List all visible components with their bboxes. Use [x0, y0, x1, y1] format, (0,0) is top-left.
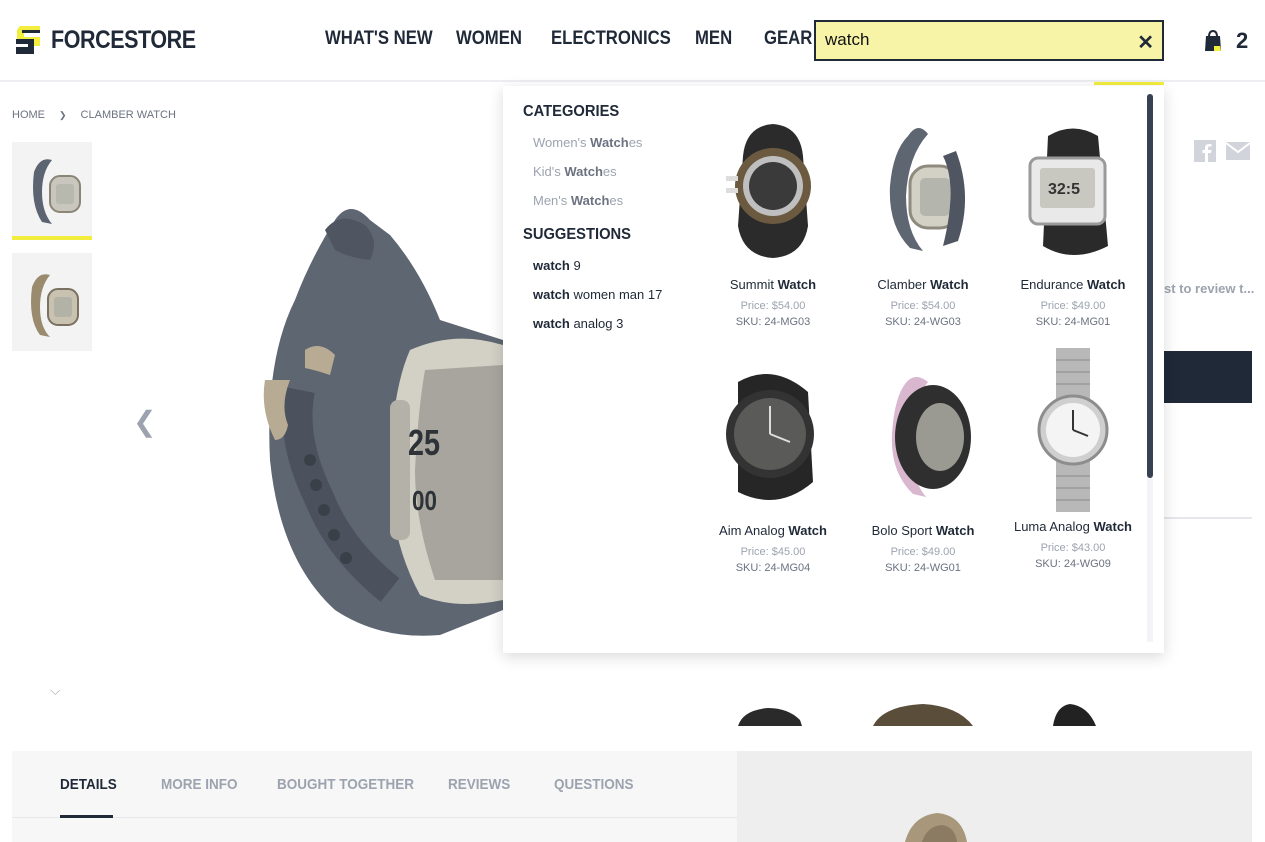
- tab-details[interactable]: DETAILS: [60, 776, 117, 793]
- product-result[interactable]: Aim Analog Watch Price: $45.00 SKU: 24-M…: [698, 362, 848, 574]
- search-suggestion[interactable]: watch 9: [533, 258, 581, 273]
- product-result-partial[interactable]: [698, 700, 848, 726]
- search-autocomplete-dropdown: CATEGORIES Women's Watches Kid's Watches…: [503, 86, 1164, 726]
- nav-item-gear[interactable]: GEAR: [764, 28, 812, 50]
- chevron-right-icon: ❯: [59, 109, 67, 120]
- clamber-watch-image: [889, 127, 966, 251]
- nav-item-women[interactable]: WOMEN: [456, 28, 522, 50]
- review-link[interactable]: st to review t...: [1164, 281, 1254, 296]
- cart-count: 2: [1236, 28, 1249, 53]
- search-suggestion[interactable]: watch analog 3: [533, 316, 623, 331]
- svg-text:32:5: 32:5: [1048, 181, 1080, 198]
- divider: [1160, 517, 1252, 519]
- add-to-cart-button[interactable]: [1160, 351, 1252, 403]
- bolo-sport-watch-image: [891, 377, 971, 497]
- share-icons: [1194, 140, 1250, 162]
- svg-text:25: 25: [408, 422, 440, 463]
- product-sku: SKU: 24-WG01: [885, 562, 961, 574]
- gallery-prev-arrow-icon[interactable]: ❮: [133, 405, 156, 438]
- search-dropdown-accent: [1094, 82, 1164, 85]
- logo[interactable]: FORCESTORE: [12, 24, 219, 56]
- tab-more-info[interactable]: MORE INFO: [161, 776, 238, 793]
- tab-questions[interactable]: QUESTIONS: [554, 776, 634, 793]
- product-price: Price: $49.00: [1040, 300, 1106, 312]
- endurance-watch-image: 32:5: [1028, 128, 1108, 255]
- thumbnail-2[interactable]: [12, 253, 92, 351]
- product-price: Price: $49.00: [890, 546, 956, 558]
- logo-icon: [16, 26, 40, 54]
- shopping-bag-icon: [1205, 30, 1221, 51]
- clear-search-button[interactable]: ✕: [1137, 30, 1154, 55]
- breadcrumb-home[interactable]: HOME: [12, 109, 45, 121]
- nav-item-men[interactable]: MEN: [695, 28, 732, 50]
- search-suggestion[interactable]: watch women man 17: [533, 287, 662, 302]
- tab-bought-together[interactable]: BOUGHT TOGETHER: [277, 776, 414, 793]
- search-input[interactable]: [825, 30, 1125, 50]
- product-result[interactable]: Luma Analog Watch Price: $43.00 SKU: 24-…: [998, 348, 1148, 570]
- product-sku: SKU: 24-WG09: [1035, 558, 1111, 570]
- product-sku: SKU: 24-WG03: [885, 316, 961, 328]
- cart-button[interactable]: 2: [1204, 28, 1248, 54]
- clamber-watch-image: 25 00: [263, 209, 503, 636]
- product-result[interactable]: Bolo Sport Watch Price: $49.00 SKU: 24-W…: [848, 362, 998, 574]
- product-price: Price: $45.00: [740, 546, 806, 558]
- product-result[interactable]: Summit Watch Price: $54.00 SKU: 24-MG03: [698, 116, 848, 328]
- product-result[interactable]: Clamber Watch Price: $54.00 SKU: 24-WG03: [848, 116, 998, 328]
- active-tab-indicator: [60, 815, 113, 818]
- product-result-partial[interactable]: [998, 700, 1148, 726]
- breadcrumb-current: CLAMBER WATCH: [80, 109, 176, 121]
- nav-item-whats-new[interactable]: WHAT'S NEW: [325, 28, 433, 50]
- thumbnails-down-arrow-icon[interactable]: ⌵: [50, 682, 61, 699]
- category-suggestion[interactable]: Kid's Watches: [533, 164, 617, 179]
- category-suggestion[interactable]: Men's Watches: [533, 193, 623, 208]
- breadcrumb: HOME ❯ CLAMBER WATCH: [12, 109, 176, 121]
- dropdown-scrollbar-thumb[interactable]: [1147, 94, 1153, 478]
- tab-reviews[interactable]: REVIEWS: [448, 776, 510, 793]
- product-main-image: 25 00: [240, 140, 503, 660]
- product-price: Price: $54.00: [740, 300, 806, 312]
- product-sku: SKU: 24-MG04: [735, 562, 811, 574]
- product-result-partial[interactable]: [848, 700, 998, 726]
- summit-watch-image: [726, 124, 811, 258]
- suggestions-heading: SUGGESTIONS: [523, 226, 631, 243]
- watch-thumbnail-image: [12, 142, 92, 236]
- search-box: ✕: [814, 20, 1164, 61]
- product-sku: SKU: 24-MG01: [1035, 316, 1111, 328]
- details-image-panel: [737, 751, 1252, 842]
- site-header: FORCESTORE WHAT'S NEW WOMEN ELECTRONICS …: [0, 0, 1265, 82]
- categories-heading: CATEGORIES: [523, 103, 620, 120]
- nav-item-electronics[interactable]: ELECTRONICS: [551, 28, 671, 50]
- email-icon[interactable]: [1226, 140, 1250, 162]
- product-price: Price: $54.00: [890, 300, 956, 312]
- logo-text: FORCESTORE: [51, 25, 196, 54]
- facebook-icon[interactable]: [1194, 140, 1216, 162]
- watch-thumbnail-image: [12, 253, 92, 351]
- product-price: Price: $43.00: [1040, 542, 1106, 554]
- aim-analog-watch-image: [726, 374, 814, 500]
- product-sku: SKU: 24-MG03: [735, 316, 811, 328]
- watch-detail-image: [905, 813, 967, 842]
- product-tabs: [12, 751, 737, 842]
- luma-analog-watch-image: [1037, 348, 1109, 512]
- product-result[interactable]: 32:5 Endurance Watch Price: $49.00 SKU: …: [998, 116, 1148, 328]
- category-suggestion[interactable]: Women's Watches: [533, 135, 642, 150]
- tabs-divider: [12, 817, 737, 818]
- thumbnail-1[interactable]: [12, 142, 92, 240]
- svg-text:00: 00: [412, 486, 437, 517]
